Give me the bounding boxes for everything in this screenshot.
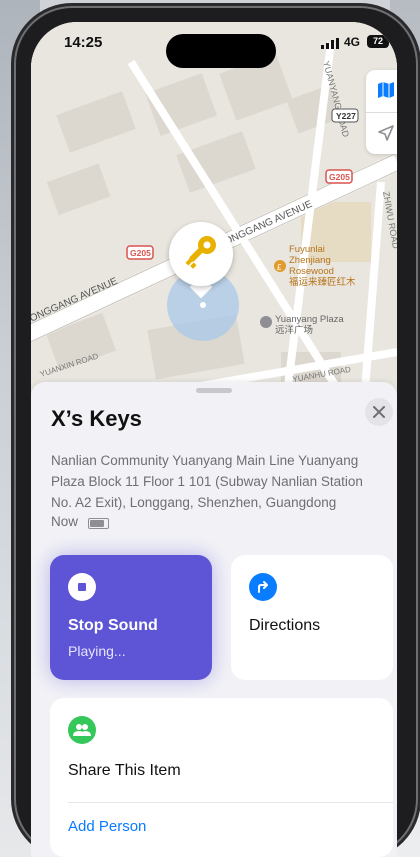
svg-text:G205: G205 — [130, 248, 151, 258]
stop-sound-status: Playing... — [68, 643, 126, 659]
shield-y227: Y227 — [331, 108, 359, 123]
map-view[interactable]: LONGGANG AVENUE LONGGANG AVENUE YUANXIN … — [31, 22, 397, 442]
item-title: X’s Keys — [51, 406, 142, 431]
share-card: Share This Item Add Person — [50, 698, 393, 857]
svg-text:G205: G205 — [329, 172, 350, 182]
shield-g205-b: G205 — [325, 169, 353, 184]
item-detail-sheet: X’s Keys Nanlian Community Yuanyang Main… — [31, 382, 397, 857]
poi-fuyunlai-line1: Fuyunlai — [289, 244, 325, 255]
poi-yuanyang-plaza-en: Yuanyang Plaza — [275, 314, 344, 325]
locate-button[interactable] — [366, 113, 397, 155]
status-bar: 14:25 4G 72 — [31, 22, 397, 68]
location-time: Now — [51, 514, 79, 529]
location-arrow-icon — [378, 125, 394, 141]
map-icon — [378, 82, 394, 98]
item-battery-icon — [88, 518, 109, 529]
stop-icon — [68, 573, 96, 601]
network-type: 4G — [344, 35, 361, 49]
item-address: Nanlian Community Yuanyang Main Line Yua… — [51, 453, 363, 510]
poi-fuyunlai-cn: 福运来臻匠红木 — [289, 276, 356, 288]
shield-g205-a: G205 — [126, 245, 154, 260]
svg-text:Y227: Y227 — [336, 111, 356, 121]
battery-indicator: 72 — [367, 35, 389, 48]
map-mode-button[interactable] — [366, 70, 397, 112]
poi-yuanyang-plaza-marker[interactable] — [260, 316, 272, 328]
map-controls — [366, 70, 397, 154]
directions-button[interactable]: Directions — [231, 555, 393, 680]
status-time: 14:25 — [64, 34, 103, 51]
close-icon — [373, 406, 385, 418]
poi-fuyunlai-line2: Zhenjiang — [289, 255, 331, 266]
share-item-label[interactable]: Share This Item — [68, 762, 181, 780]
directions-label: Directions — [249, 617, 321, 634]
poi-fuyunlai-line3: Rosewood — [289, 266, 334, 277]
add-person-link[interactable]: Add Person — [68, 818, 146, 835]
directions-icon — [249, 573, 277, 601]
share-divider — [68, 802, 393, 803]
item-pin[interactable] — [169, 222, 233, 286]
poi-yuanyang-plaza-cn: 远洋广场 — [275, 324, 313, 336]
screen: LONGGANG AVENUE LONGGANG AVENUE YUANXIN … — [31, 22, 397, 857]
dynamic-island — [166, 34, 276, 68]
signal-icon — [321, 38, 339, 49]
close-button[interactable] — [365, 398, 393, 426]
svg-text:£: £ — [277, 263, 282, 272]
sheet-grabber[interactable] — [196, 388, 232, 393]
stop-sound-label: Stop Sound — [68, 617, 158, 634]
people-icon — [68, 716, 96, 744]
stop-sound-button[interactable]: Stop Sound Playing... — [50, 555, 212, 680]
key-icon — [185, 236, 216, 269]
